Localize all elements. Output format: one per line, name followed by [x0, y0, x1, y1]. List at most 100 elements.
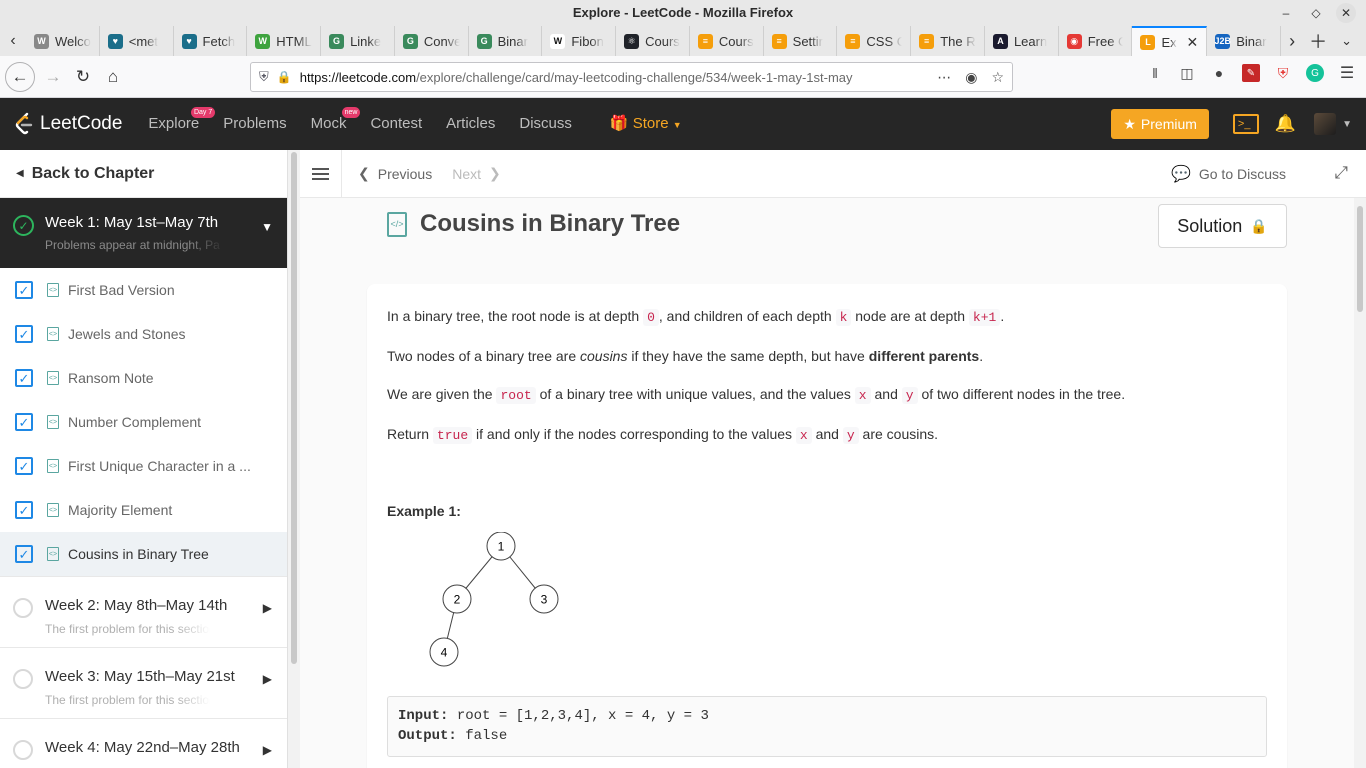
checkbox-checked-icon[interactable]: ✓ [15, 545, 33, 563]
maximize-button[interactable]: ◇ [1306, 3, 1326, 23]
list-item[interactable]: ✓ <> First Unique Character in a ... [0, 444, 287, 488]
pocket-icon[interactable]: ◉ [965, 69, 977, 86]
close-window-button[interactable]: ✕ [1336, 3, 1356, 23]
chevron-right-icon[interactable]: ▶ [263, 743, 272, 757]
browser-tab[interactable]: ⚛ Cours [616, 26, 690, 56]
tab-favicon-icon: G [329, 33, 345, 49]
code-file-icon: <> [47, 415, 59, 429]
checkbox-checked-icon[interactable]: ✓ [15, 369, 33, 387]
previous-button[interactable]: ❮ Previous [358, 165, 432, 182]
checkbox-checked-icon[interactable]: ✓ [15, 457, 33, 475]
week-1-section[interactable]: ✓ Week 1: May 1st–May 7th Problems appea… [0, 198, 287, 268]
tab-favicon-icon: G [402, 33, 418, 49]
list-item[interactable]: ✓ <> Cousins in Binary Tree [0, 532, 287, 576]
tab-label: HTML [276, 33, 312, 49]
chevron-right-icon[interactable]: ▶ [263, 672, 272, 686]
checkbox-checked-icon[interactable]: ✓ [15, 501, 33, 519]
browser-tab[interactable]: J2B Binar [1207, 26, 1281, 56]
tab-scroll-left-icon[interactable]: ‹ [0, 26, 26, 56]
nav-problems[interactable]: Problems [211, 98, 298, 150]
browser-tab[interactable]: W Welco [26, 26, 100, 56]
notification-bell-icon[interactable]: 🔔 [1275, 114, 1296, 134]
account-icon[interactable]: ● [1210, 64, 1228, 82]
brave-shield-icon[interactable]: ⛨ [1274, 64, 1292, 82]
bookmark-star-icon[interactable]: ☆ [991, 69, 1004, 86]
browser-tab[interactable]: G Binar [469, 26, 543, 56]
chevron-right-icon[interactable]: ▶ [263, 601, 272, 615]
all-tabs-chevron-icon[interactable]: ⌄ [1341, 33, 1352, 49]
browser-tab[interactable]: W Fibon [542, 26, 617, 56]
playground-terminal-icon[interactable]: >_ [1232, 114, 1259, 134]
browser-tab[interactable]: ♥ <met [100, 26, 174, 56]
nav-contest[interactable]: Contest [358, 98, 434, 150]
week-description: The first problem for this section w [45, 693, 210, 707]
lock-icon[interactable]: 🔒 [277, 70, 292, 84]
week-section[interactable]: Week 2: May 8th–May 14th The first proble… [0, 576, 287, 647]
tracking-shield-icon[interactable]: ⛨ [259, 69, 269, 85]
nav-mock[interactable]: Mock new [299, 98, 361, 150]
list-item[interactable]: ✓ <> Ransom Note [0, 356, 287, 400]
checkbox-checked-icon[interactable]: ✓ [15, 413, 33, 431]
go-to-discuss-link[interactable]: 💬 Go to Discuss [1171, 164, 1286, 184]
browser-tab[interactable]: ≡ CSS C [837, 26, 912, 56]
week-section[interactable]: Week 4: May 22nd–May 28th ▶ [0, 718, 287, 768]
home-icon[interactable]: ⌂ [98, 62, 128, 92]
menu-hamburger-icon[interactable]: ☰ [1338, 64, 1356, 82]
browser-tab[interactable]: G Conve [395, 26, 469, 56]
reload-icon[interactable]: ↻ [68, 62, 98, 92]
nav-explore[interactable]: Explore Day 7 [136, 98, 216, 150]
browser-tab[interactable]: G Linke [321, 26, 395, 56]
nav-discuss[interactable]: Discuss [507, 98, 584, 150]
svg-text:2: 2 [454, 593, 461, 607]
leetcode-logo[interactable]: LeetCode [14, 112, 122, 136]
new-tab-icon[interactable]: ＋ [1309, 28, 1327, 54]
back-to-chapter-link[interactable]: ◀ Back to Chapter [0, 150, 287, 198]
browser-tab[interactable]: ≡ Cours [690, 26, 764, 56]
close-tab-icon[interactable]: ✕ [1186, 34, 1198, 51]
premium-button[interactable]: ★ Premium [1111, 109, 1209, 139]
leetcode-header: LeetCode Explore Day 7 Problems Mock new Cont… [0, 98, 1366, 150]
browser-tab[interactable]: ≡ The R [911, 26, 985, 56]
browser-tab[interactable]: ♥ Fetch [174, 26, 248, 56]
example-io-box: Input: root = [1,2,3,4], x = 4, y = 3 Ou… [387, 696, 1267, 757]
problem-title: Cousins in Binary Tree [420, 210, 681, 237]
tab-active[interactable]: L Ex ✕ [1132, 26, 1208, 56]
list-item[interactable]: ✓ <> Jewels and Stones [0, 312, 287, 356]
sidebar-toggle-icon[interactable]: ◫ [1178, 64, 1196, 82]
chevron-down-icon[interactable]: ▼ [261, 220, 273, 234]
expand-icon[interactable]: ⤢ [1334, 163, 1348, 183]
minimize-button[interactable]: – [1276, 3, 1296, 23]
store-link[interactable]: 🎁 Store ▼ [598, 98, 694, 151]
week-title: Week 3: May 15th–May 21st [45, 668, 235, 685]
solution-button[interactable]: Solution 🔒 [1158, 204, 1287, 248]
checkbox-checked-icon[interactable]: ✓ [15, 281, 33, 299]
sidebar-scrollbar[interactable] [288, 150, 300, 768]
checkbox-checked-icon[interactable]: ✓ [15, 325, 33, 343]
grammarly-icon[interactable]: G [1306, 64, 1324, 82]
nav-articles[interactable]: Articles [434, 98, 507, 150]
tab-label: Free C [1087, 33, 1124, 49]
back-arrow-icon[interactable]: ← [5, 61, 35, 92]
list-item[interactable]: ✓ <> First Bad Version [0, 268, 287, 312]
forward-arrow-icon[interactable]: → [38, 62, 68, 92]
url-text[interactable]: https://leetcode.com/explore/challenge/c… [300, 70, 928, 85]
chevron-down-icon[interactable]: ▼ [1342, 119, 1352, 130]
content-scrollbar[interactable] [1354, 198, 1366, 768]
toggle-sidebar-icon[interactable] [300, 150, 342, 198]
url-bar[interactable]: ⛨ 🔒 https://leetcode.com/explore/challen… [250, 62, 1013, 92]
list-item[interactable]: ✓ <> Majority Element [0, 488, 287, 532]
tab-scroll-right-icon[interactable]: › [1289, 31, 1295, 52]
example-title: Example 1: [387, 503, 461, 519]
extension-red-icon[interactable]: ✎ [1242, 64, 1260, 82]
list-item[interactable]: ✓ <> Number Complement [0, 400, 287, 444]
browser-tab[interactable]: A Learn [985, 26, 1059, 56]
library-icon[interactable]: ‖ [1146, 64, 1164, 82]
week-section[interactable]: Week 3: May 15th–May 21st The first probl… [0, 647, 287, 718]
page-actions-icon[interactable]: ⋯ [937, 69, 951, 86]
avatar[interactable] [1314, 113, 1337, 135]
browser-tab[interactable]: ≡ Settir [764, 26, 838, 56]
browser-tab[interactable]: W HTML [247, 26, 322, 56]
next-button[interactable]: Next ❯ [452, 165, 501, 182]
browser-tab[interactable]: ◉ Free C [1059, 26, 1133, 56]
code-file-icon: <> [47, 547, 59, 561]
